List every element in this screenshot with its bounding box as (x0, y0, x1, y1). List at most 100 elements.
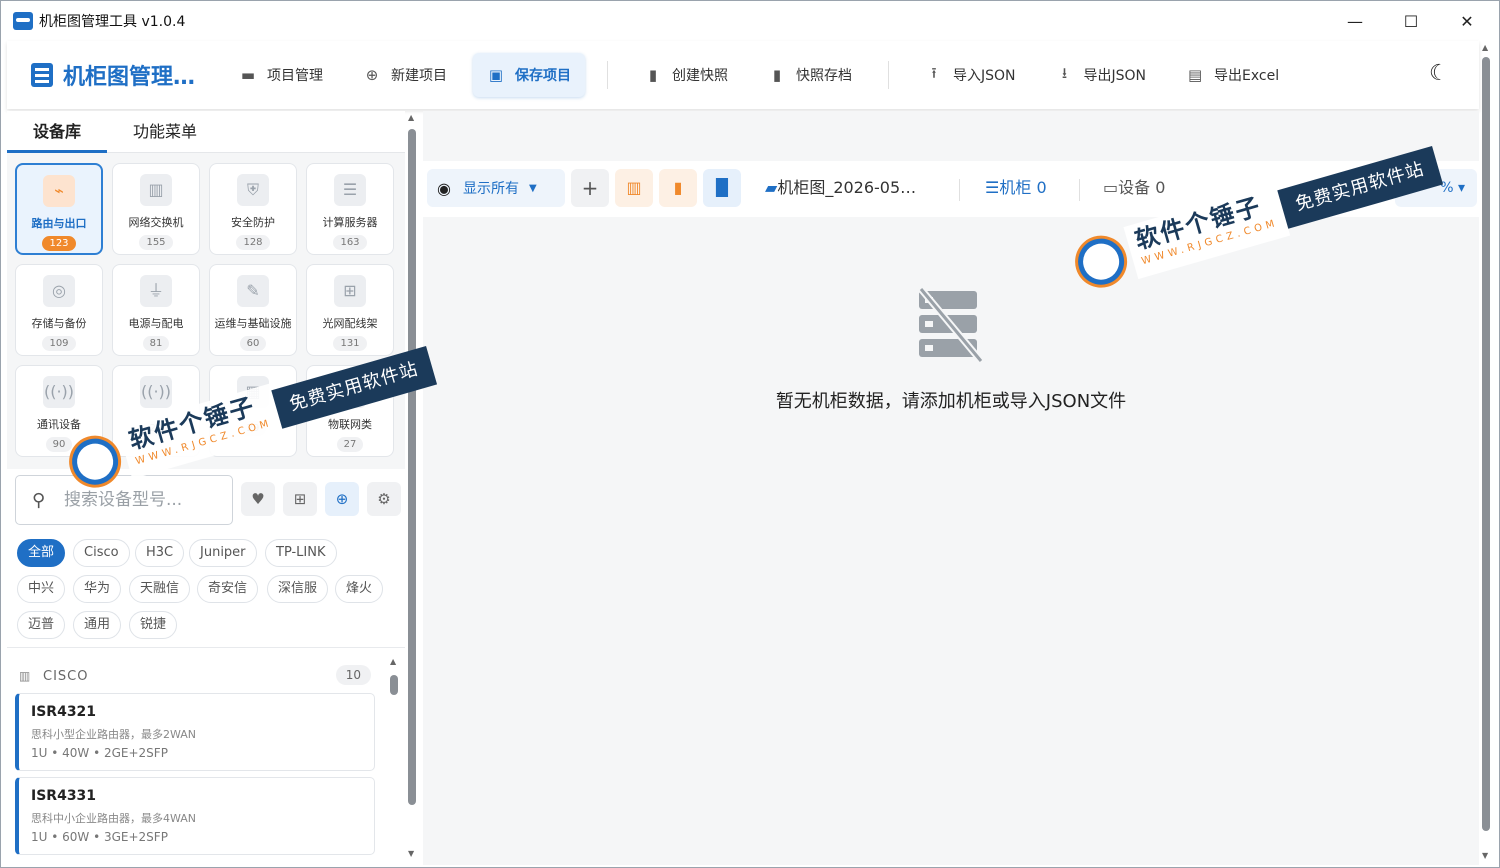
search-box: ⚲ (15, 475, 233, 525)
rack-logo-icon (31, 63, 53, 87)
main-toolbar: 机柜图管理工具 ▬ 项目管理 ⊕ 新建项目 ▣ 保存项目 ▮ 创建快照 ▮ 快照… (7, 41, 1479, 109)
category-name: 存储与备份 (31, 317, 87, 330)
left-panel-scrollbar[interactable]: ▲ ▼ (407, 113, 417, 863)
category-power[interactable]: ⏚ 电源与配电 81 (112, 264, 200, 356)
maximize-button[interactable]: ☐ (1383, 1, 1439, 41)
brand-chip[interactable]: 通用 (73, 611, 122, 639)
show-all-label: 显示所有 (462, 181, 519, 197)
category-count: 128 (236, 235, 270, 250)
device-count-value: 0 (1155, 178, 1166, 197)
category-count: 109 (42, 336, 76, 351)
project-manage-label: 项目管理 (267, 68, 323, 84)
add-device-button[interactable]: ⊕ (325, 482, 359, 516)
settings-button[interactable]: ⚙ (367, 482, 401, 516)
import-json-button[interactable]: ⭱ 导入JSON (911, 53, 1030, 97)
tab-function-menu[interactable]: 功能菜单 (107, 111, 223, 153)
save-project-button[interactable]: ▣ 保存项目 (473, 53, 585, 97)
brand-chip[interactable]: Juniper (189, 539, 257, 567)
device-name: ISR4331 (31, 788, 97, 804)
project-name-text: 机柜图_2026-05… (777, 178, 917, 197)
brand-chip[interactable]: Cisco (73, 539, 130, 567)
brand-chip[interactable]: 烽火 (335, 575, 384, 603)
device-desc: 思科小型企业路由器，最多2WAN (31, 728, 197, 741)
brand-chip[interactable]: 锐捷 (129, 611, 178, 639)
save-icon: ▣ (488, 66, 504, 84)
category-patch-panel[interactable]: ⊞ 光网配线架 131 (306, 264, 394, 356)
snapshot-archive-button[interactable]: ▮ 快照存档 (754, 53, 866, 97)
export-json-label: 导出JSON (1083, 68, 1147, 84)
shield-icon: ⛨ (237, 174, 269, 206)
building-icon: ▥ (19, 669, 31, 683)
category-server[interactable]: ☰ 计算服务器 163 (306, 163, 394, 255)
device-list-scrollbar[interactable]: ▲ (389, 657, 399, 857)
close-button[interactable]: ✕ (1439, 1, 1495, 41)
brand: 机柜图管理工具 (31, 59, 221, 91)
create-snapshot-button[interactable]: ▮ 创建快照 (630, 53, 742, 97)
create-snapshot-label: 创建快照 (672, 68, 728, 84)
brand-chip[interactable]: H3C (135, 539, 185, 567)
search-input[interactable] (64, 490, 224, 510)
project-manage-button[interactable]: ▬ 项目管理 (225, 53, 337, 97)
divider (1079, 179, 1080, 201)
brand-chip[interactable]: TP-LINK (265, 539, 337, 567)
category-switch[interactable]: ▥ 网络交换机 155 (112, 163, 200, 255)
plus-circle-icon: ⊕ (365, 66, 379, 84)
tab-device-library[interactable]: 设备库 (7, 111, 108, 153)
brand-chip[interactable]: 中兴 (17, 575, 66, 603)
import-json-label: 导入JSON (953, 68, 1016, 84)
brand-chip[interactable]: 天融信 (129, 575, 191, 603)
category-count: 123 (42, 236, 76, 251)
main-scrollbar[interactable]: ▲ ▼ (1481, 41, 1491, 865)
window-title: 机柜图管理工具 v1.0.4 (39, 14, 186, 30)
divider (959, 179, 960, 201)
brand-chip[interactable]: 华为 (73, 575, 122, 603)
plug-icon: ⏚ (140, 275, 172, 307)
dark-mode-icon[interactable]: ☾ (1429, 61, 1449, 86)
document-button[interactable]: ▮ (659, 169, 697, 207)
device-desc: 思科中小企业路由器，最多4WAN (31, 812, 197, 825)
bookmark-icon: ▮ (772, 66, 782, 84)
folder-open-icon: ▰ (765, 178, 778, 197)
minimize-button[interactable]: — (1327, 1, 1383, 41)
category-infrastructure[interactable]: ✎ 运维与基础设施 60 (209, 264, 297, 356)
device-card[interactable]: ISR4331 思科中小企业路由器，最多4WAN 1U • 60W • 3GE+… (15, 777, 375, 855)
app-icon (13, 12, 33, 30)
rack-count-value: 0 (1036, 178, 1047, 197)
show-all-dropdown[interactable]: ◉ 显示所有 ▼ (427, 169, 565, 207)
export-json-button[interactable]: ⭳ 导出JSON (1042, 53, 1161, 97)
add-category-button[interactable]: ⊞ (283, 482, 317, 516)
device-card[interactable]: ISR4321 思科小型企业路由器，最多2WAN 1U • 40W • 2GE+… (15, 693, 375, 771)
brand-chip-all[interactable]: 全部 (17, 539, 66, 567)
caret-down-icon: ▼ (528, 182, 537, 194)
eye-icon: ◉ (437, 178, 451, 198)
plus-circle-icon: ⊕ (335, 490, 349, 508)
category-count: 60 (239, 336, 267, 351)
plus-icon: + (581, 176, 599, 200)
folder-icon: ▬ (240, 66, 256, 84)
add-rack-button[interactable]: + (571, 169, 609, 207)
wrench-icon: ✎ (237, 275, 269, 307)
export-excel-label: 导出Excel (1214, 68, 1280, 84)
category-name: 计算服务器 (322, 216, 378, 229)
category-storage[interactable]: ◎ 存储与备份 109 (15, 264, 103, 356)
toolbar-divider (888, 61, 889, 89)
favorites-button[interactable]: ♥ (241, 482, 275, 516)
database-icon: ◎ (43, 275, 75, 307)
device-group-header[interactable]: ▥ CISCO 10 (19, 665, 371, 687)
delete-rack-button[interactable]: ▥ (615, 169, 653, 207)
brand-chip[interactable]: 奇安信 (197, 575, 259, 603)
rack-icon: ☰ (985, 178, 1000, 197)
brand-chip[interactable]: 深信服 (267, 575, 329, 603)
title-bar: 机柜图管理工具 v1.0.4 — ☐ ✕ (1, 1, 1499, 41)
export-excel-button[interactable]: ▤ 导出Excel (1172, 53, 1293, 97)
save-project-label: 保存项目 (515, 68, 571, 84)
new-project-button[interactable]: ⊕ 新建项目 (349, 53, 461, 97)
category-name: 路由与出口 (31, 217, 87, 230)
category-security[interactable]: ⛨ 安全防护 128 (209, 163, 297, 255)
statistics-button[interactable]: ▐▌ (703, 169, 741, 207)
app-window: 机柜图管理工具 v1.0.4 — ☐ ✕ 机柜图管理工具 ▬ 项目管理 ⊕ 新建… (0, 0, 1500, 868)
router-icon: ⌁ (43, 175, 75, 207)
new-project-label: 新建项目 (391, 68, 447, 84)
brand-chip[interactable]: 迈普 (17, 611, 66, 639)
category-router[interactable]: ⌁ 路由与出口 123 (15, 163, 103, 255)
